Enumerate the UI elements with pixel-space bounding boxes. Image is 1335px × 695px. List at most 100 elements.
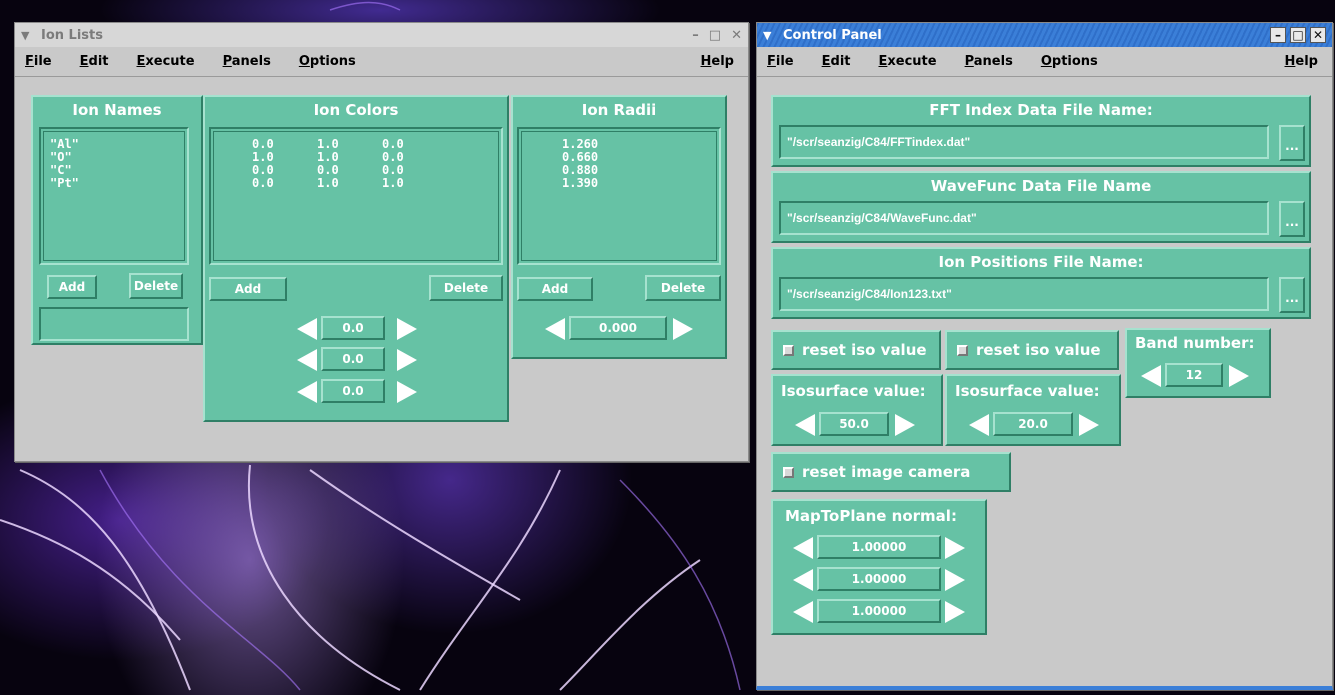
band-number-panel: Band number: 12 (1125, 328, 1271, 398)
menu-help[interactable]: Help (701, 54, 734, 69)
map-to-plane-label: MapToPlane normal: (785, 507, 957, 525)
increment-arrow-icon[interactable] (945, 601, 965, 623)
window-menu-chevron-icon[interactable]: ▼ (763, 29, 777, 42)
control-panel-titlebar[interactable]: ▼ Control Panel – □ ✕ (757, 23, 1332, 47)
ion-positions-file-panel: Ion Positions File Name: "/scr/seanzig/C… (771, 247, 1311, 319)
menu-options[interactable]: Options (299, 54, 356, 69)
ion-name-entry[interactable] (39, 307, 189, 341)
decrement-arrow-icon[interactable] (795, 414, 815, 436)
ion-positions-file-title: Ion Positions File Name: (938, 253, 1144, 271)
window-title: Control Panel (783, 27, 882, 43)
delete-radius-button[interactable]: Delete (645, 275, 721, 301)
window-menu-chevron-icon[interactable]: ▼ (21, 29, 35, 42)
checkbox-label: reset iso value (802, 341, 927, 359)
checkbox-icon[interactable] (957, 344, 968, 356)
map-to-plane-panel: MapToPlane normal: 1.00000 1.00000 1.000… (771, 499, 987, 635)
menu-edit[interactable]: Edit (822, 54, 851, 69)
color-g-field[interactable]: 0.0 (321, 347, 385, 371)
add-color-button[interactable]: Add (209, 277, 287, 301)
menu-file[interactable]: File (25, 54, 52, 69)
window-title: Ion Lists (41, 27, 103, 43)
isosurface-1-panel: Isosurface value: 50.0 (771, 374, 943, 446)
ion-lists-titlebar[interactable]: ▼ Ion Lists – □ ✕ (15, 23, 748, 47)
ion-lists-window: ▼ Ion Lists – □ ✕ File Edit Execute Pane… (14, 22, 749, 462)
increment-arrow-icon[interactable] (397, 381, 417, 403)
normal-y-field[interactable]: 1.00000 (817, 567, 941, 591)
reset-iso-2-checkbox[interactable]: reset iso value (945, 330, 1119, 370)
maximize-icon[interactable]: □ (1290, 27, 1306, 43)
menu-edit[interactable]: Edit (80, 54, 109, 69)
minimize-icon[interactable]: – (1270, 27, 1286, 43)
normal-z-field[interactable]: 1.00000 (817, 599, 941, 623)
increment-arrow-icon[interactable] (895, 414, 915, 436)
reset-camera-checkbox[interactable]: reset image camera (771, 452, 1011, 492)
radius-field[interactable]: 0.000 (569, 316, 667, 340)
increment-arrow-icon[interactable] (1079, 414, 1099, 436)
increment-arrow-icon[interactable] (945, 537, 965, 559)
decrement-arrow-icon[interactable] (297, 349, 317, 371)
increment-arrow-icon[interactable] (673, 318, 693, 340)
menu-execute[interactable]: Execute (879, 54, 937, 69)
ion-positions-browse-button[interactable]: ... (1279, 277, 1305, 313)
decrement-arrow-icon[interactable] (793, 569, 813, 591)
wavefunc-file-panel: WaveFunc Data File Name "/scr/seanzig/C8… (771, 171, 1311, 243)
increment-arrow-icon[interactable] (397, 318, 417, 340)
list-item[interactable]: 1.390 (562, 177, 676, 190)
isosurface-1-label: Isosurface value: (781, 382, 926, 400)
delete-name-button[interactable]: Delete (129, 273, 183, 299)
add-name-button[interactable]: Add (47, 275, 97, 299)
wavefunc-file-input[interactable]: "/scr/seanzig/C84/WaveFunc.dat" (779, 201, 1269, 235)
isosurface-2-field[interactable]: 20.0 (993, 412, 1073, 436)
decrement-arrow-icon[interactable] (297, 318, 317, 340)
normal-x-field[interactable]: 1.00000 (817, 535, 941, 559)
menubar: File Edit Execute Panels Options Help (15, 47, 748, 77)
wavefunc-browse-button[interactable]: ... (1279, 201, 1305, 237)
isosurface-2-label: Isosurface value: (955, 382, 1100, 400)
control-panel-window: ▼ Control Panel – □ ✕ File Edit Execute … (756, 22, 1333, 690)
ion-colors-panel: Ion Colors 0.0 1.0 0.0 1.0 1.0 0.0 0.0 0… (203, 95, 509, 422)
add-radius-button[interactable]: Add (517, 277, 593, 301)
checkbox-label: reset image camera (802, 463, 971, 481)
maximize-icon[interactable]: □ (709, 28, 721, 43)
checkbox-icon[interactable] (783, 344, 794, 356)
decrement-arrow-icon[interactable] (793, 601, 813, 623)
menu-help[interactable]: Help (1285, 54, 1318, 69)
ion-colors-list[interactable]: 0.0 1.0 0.0 1.0 1.0 0.0 0.0 0.0 0.0 0.0 … (209, 127, 503, 265)
fft-browse-button[interactable]: ... (1279, 125, 1305, 161)
decrement-arrow-icon[interactable] (545, 318, 565, 340)
fft-file-input[interactable]: "/scr/seanzig/C84/FFTindex.dat" (779, 125, 1269, 159)
checkbox-icon[interactable] (783, 466, 794, 478)
menu-panels[interactable]: Panels (223, 54, 271, 69)
menu-file[interactable]: File (767, 54, 794, 69)
decrement-arrow-icon[interactable] (1141, 365, 1161, 387)
menubar: File Edit Execute Panels Options Help (757, 47, 1332, 77)
band-number-label: Band number: (1135, 334, 1255, 352)
checkbox-label: reset iso value (976, 341, 1101, 359)
menu-execute[interactable]: Execute (137, 54, 195, 69)
ion-radii-list[interactable]: 1.260 0.660 0.880 1.390 (517, 127, 721, 265)
increment-arrow-icon[interactable] (945, 569, 965, 591)
isosurface-1-field[interactable]: 50.0 (819, 412, 889, 436)
ion-names-list[interactable]: "Al" "O" "C" "Pt" (39, 127, 189, 265)
color-b-field[interactable]: 0.0 (321, 379, 385, 403)
menu-options[interactable]: Options (1041, 54, 1098, 69)
delete-color-button[interactable]: Delete (429, 275, 503, 301)
ion-positions-file-input[interactable]: "/scr/seanzig/C84/Ion123.txt" (779, 277, 1269, 311)
increment-arrow-icon[interactable] (397, 349, 417, 371)
decrement-arrow-icon[interactable] (793, 537, 813, 559)
fft-file-title: FFT Index Data File Name: (929, 101, 1153, 119)
increment-arrow-icon[interactable] (1229, 365, 1249, 387)
color-r-field[interactable]: 0.0 (321, 316, 385, 340)
list-item[interactable]: "Pt" (50, 177, 178, 190)
ion-names-title: Ion Names (72, 101, 162, 119)
close-icon[interactable]: ✕ (1310, 27, 1326, 43)
band-number-field[interactable]: 12 (1165, 363, 1223, 387)
minimize-icon[interactable]: – (692, 28, 699, 43)
decrement-arrow-icon[interactable] (297, 381, 317, 403)
menu-panels[interactable]: Panels (965, 54, 1013, 69)
decrement-arrow-icon[interactable] (969, 414, 989, 436)
reset-iso-1-checkbox[interactable]: reset iso value (771, 330, 941, 370)
wavefunc-file-title: WaveFunc Data File Name (930, 177, 1152, 195)
list-item[interactable]: 0.0 1.0 1.0 (252, 177, 460, 190)
close-icon[interactable]: ✕ (731, 28, 742, 43)
